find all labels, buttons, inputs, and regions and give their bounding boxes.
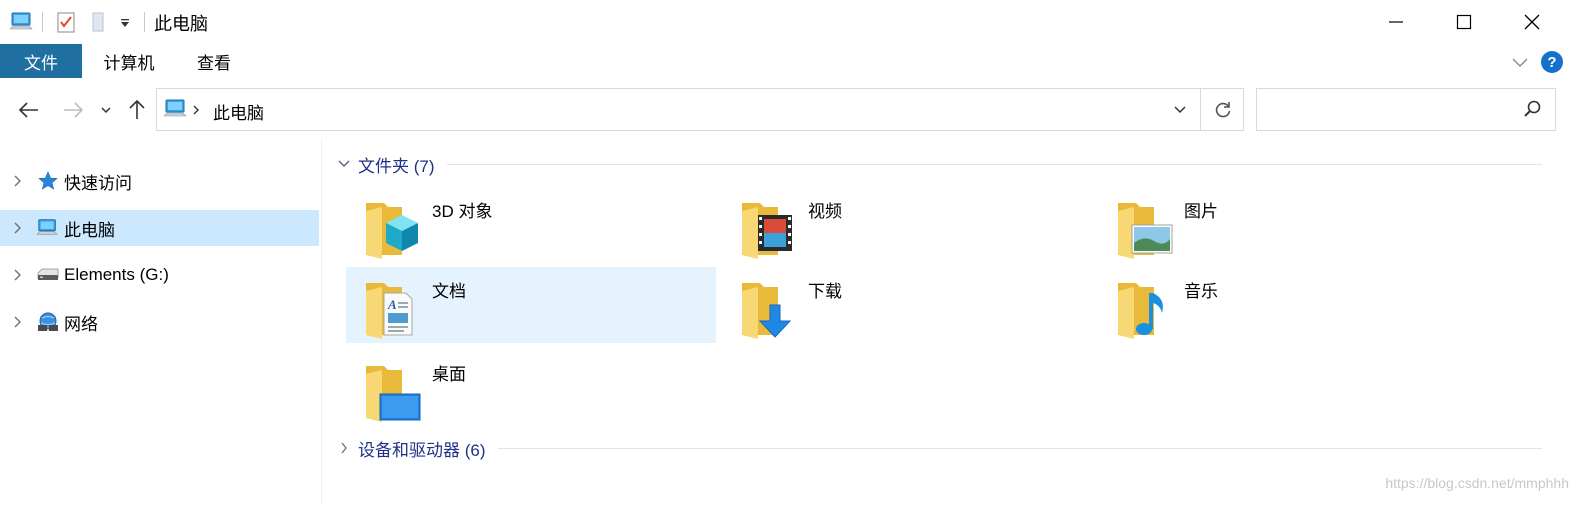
- folder-label: 图片: [1184, 202, 1218, 221]
- folder-documents[interactable]: A 文档: [346, 267, 716, 343]
- help-button[interactable]: ?: [1540, 50, 1564, 74]
- up-button[interactable]: [122, 95, 152, 125]
- chevron-down-icon: [1512, 58, 1528, 67]
- close-icon: [1524, 14, 1540, 30]
- folder-downloads[interactable]: 下载: [722, 267, 1092, 343]
- address-dropdown-button[interactable]: [1161, 89, 1199, 130]
- chevron-right-icon[interactable]: [10, 312, 24, 332]
- folder-label: 下载: [808, 282, 842, 301]
- ribbon-tabs: 文件 计算机 查看 ?: [0, 44, 1591, 83]
- watermark-text: https://blog.csdn.net/mmphhh: [1385, 475, 1569, 491]
- chevron-right-icon[interactable]: [10, 171, 24, 191]
- group-header-folders[interactable]: 文件夹 (7): [336, 150, 1542, 178]
- folder-label: 桌面: [432, 365, 466, 384]
- star-pin-icon: [36, 169, 60, 193]
- chevron-down-icon: [1174, 105, 1186, 113]
- sidebar-item-this-pc[interactable]: 此电脑: [0, 210, 319, 246]
- maximize-icon: [1456, 14, 1472, 30]
- chevron-right-icon[interactable]: [10, 265, 24, 285]
- up-arrow-icon: [129, 99, 145, 119]
- minimize-icon: [1389, 21, 1403, 23]
- pictures-folder-icon: [1112, 195, 1176, 259]
- chevron-right-icon[interactable]: [336, 438, 352, 458]
- svg-text:?: ?: [1547, 54, 1556, 71]
- folder-3d-objects[interactable]: 3D 对象: [346, 187, 716, 263]
- refresh-icon: [1215, 101, 1231, 117]
- sidebar-item-label: 快速访问: [64, 173, 132, 193]
- breadcrumb-separator-icon[interactable]: [191, 103, 203, 117]
- sidebar-item-label: Elements (G:): [64, 265, 169, 284]
- group-header-devices[interactable]: 设备和驱动器 (6): [336, 434, 1542, 462]
- computer-icon: [163, 98, 189, 120]
- network-icon: [36, 310, 60, 334]
- search-input[interactable]: [1265, 97, 1519, 123]
- 3d-objects-folder-icon: [360, 195, 424, 259]
- music-folder-icon: [1112, 275, 1176, 339]
- computer-icon: [36, 216, 60, 240]
- folder-label: 音乐: [1184, 282, 1218, 301]
- new-folder-icon[interactable]: [86, 10, 110, 34]
- customize-dropdown-icon[interactable]: [114, 12, 136, 34]
- chevron-down-icon[interactable]: [336, 154, 352, 174]
- group-divider: [497, 447, 1542, 449]
- close-button[interactable]: [1498, 0, 1566, 44]
- toolbar-divider: [42, 12, 43, 32]
- navigation-pane: 快速访问 此电脑 Elements (G:) 网络: [0, 138, 322, 505]
- recent-locations-button[interactable]: [94, 95, 118, 125]
- properties-icon[interactable]: [54, 10, 78, 34]
- videos-folder-icon: [736, 195, 800, 259]
- desktop-folder-icon: [360, 358, 424, 422]
- forward-button[interactable]: [58, 95, 88, 125]
- maximize-button[interactable]: [1430, 0, 1498, 44]
- folder-videos[interactable]: 视频: [722, 187, 1092, 263]
- folder-label: 文档: [432, 282, 466, 301]
- navigation-bar: 此电脑: [0, 82, 1591, 138]
- content-pane: 文件夹 (7) 3D 对象 视频 图片 A 文档 下载 音乐 桌面 设备和驱动器…: [322, 138, 1591, 505]
- title-bar: 此电脑: [0, 0, 1591, 44]
- minimize-button[interactable]: [1362, 0, 1430, 44]
- sidebar-item-label: 此电脑: [64, 220, 115, 240]
- folder-music[interactable]: 音乐: [1098, 267, 1468, 343]
- search-box[interactable]: [1256, 88, 1556, 131]
- folder-label: 视频: [808, 202, 842, 221]
- group-title: 文件夹 (7): [358, 156, 435, 176]
- search-icon[interactable]: [1523, 99, 1545, 121]
- back-arrow-icon: [18, 102, 38, 118]
- sidebar-item-label: 网络: [64, 314, 98, 334]
- chevron-down-icon: [101, 107, 111, 114]
- sidebar-item-quick-access[interactable]: 快速访问: [0, 163, 319, 199]
- folder-desktop[interactable]: 桌面: [346, 350, 716, 426]
- sidebar-item-drive-g[interactable]: Elements (G:): [0, 257, 319, 293]
- group-divider: [446, 163, 1542, 165]
- folder-label: 3D 对象: [432, 202, 493, 221]
- forward-arrow-icon: [64, 102, 84, 118]
- toolbar-divider: [144, 12, 145, 32]
- breadcrumb-this-pc[interactable]: 此电脑: [213, 99, 264, 124]
- tab-computer[interactable]: 计算机: [88, 44, 170, 78]
- back-button[interactable]: [14, 95, 44, 125]
- address-bar[interactable]: 此电脑: [156, 88, 1244, 131]
- documents-folder-icon: A: [360, 275, 424, 339]
- downloads-folder-icon: [736, 275, 800, 339]
- sidebar-item-network[interactable]: 网络: [0, 304, 319, 340]
- svg-text:A: A: [387, 297, 397, 312]
- ribbon-expand-button[interactable]: [1508, 50, 1532, 74]
- group-title: 设备和驱动器 (6): [358, 440, 486, 460]
- chevron-right-icon[interactable]: [10, 218, 24, 238]
- folder-pictures[interactable]: 图片: [1098, 187, 1468, 263]
- tab-view[interactable]: 查看: [176, 44, 252, 78]
- tab-file[interactable]: 文件: [0, 44, 82, 78]
- refresh-button[interactable]: [1200, 89, 1245, 130]
- help-icon: ?: [1541, 51, 1563, 73]
- computer-icon[interactable]: [8, 10, 36, 34]
- window-title: 此电脑: [154, 14, 208, 34]
- drive-icon: [36, 263, 60, 287]
